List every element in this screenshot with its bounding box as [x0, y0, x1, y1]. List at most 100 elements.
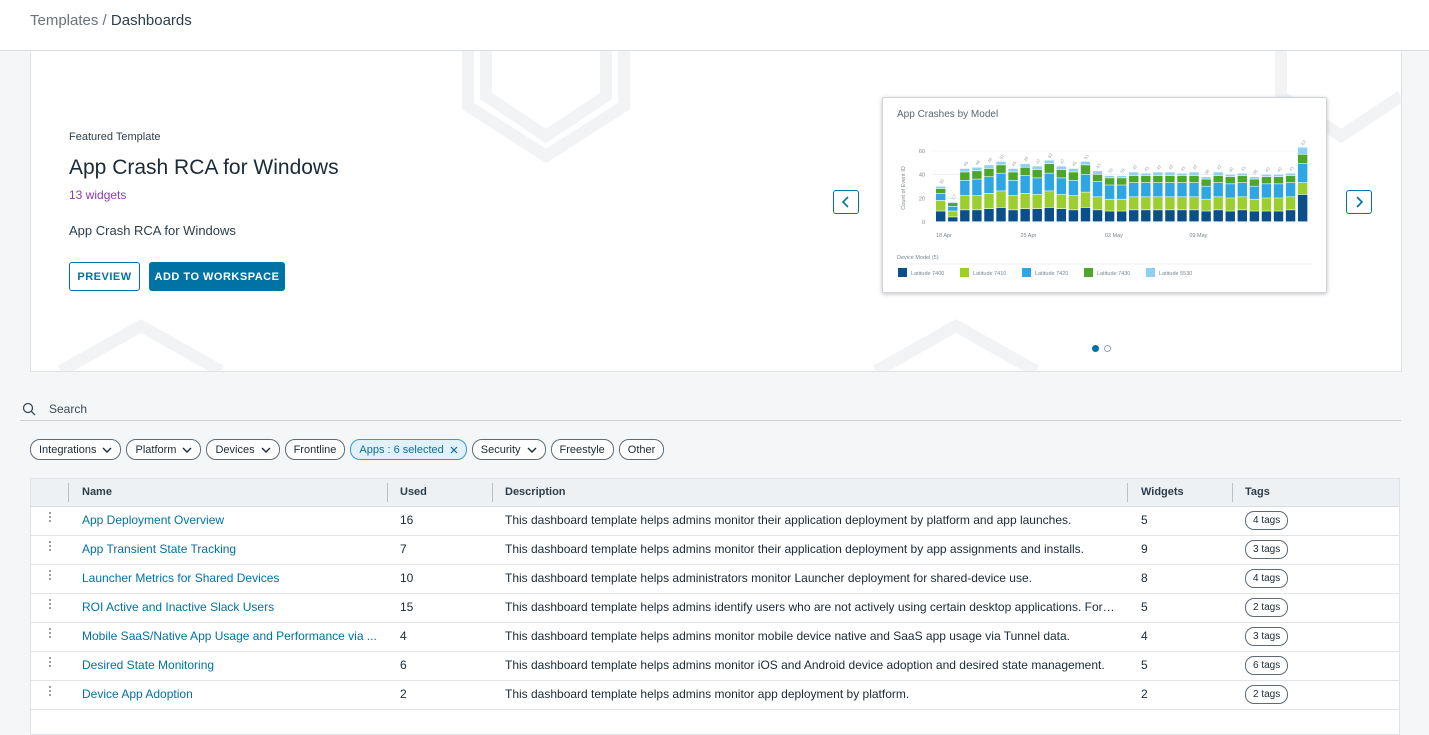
filter-bar: Integrations Platform Devices Frontline …: [30, 439, 665, 460]
chart-data-label: 46: [974, 159, 981, 166]
chart-bar-segment: [1008, 172, 1018, 180]
chart-bar-segment: [1189, 182, 1199, 197]
chart-data-label: 47: [1059, 158, 1066, 165]
column-header-name[interactable]: Name: [82, 486, 112, 498]
chart-bar-segment: [1201, 211, 1211, 222]
row-actions-icon[interactable]: [48, 686, 52, 698]
filter-platform[interactable]: Platform: [126, 439, 202, 460]
row-actions-icon[interactable]: [48, 570, 52, 582]
close-icon[interactable]: [450, 446, 458, 454]
column-resize-handle[interactable]: [387, 483, 388, 502]
search-input[interactable]: [49, 400, 1349, 418]
template-description: This dashboard template helps admins mon…: [505, 542, 1084, 556]
template-name-link[interactable]: Launcher Metrics for Shared Devices: [82, 571, 377, 585]
chart-bar-segment: [1020, 193, 1030, 209]
chart-bar-segment: [1056, 194, 1067, 209]
chart-data-label: 45: [1011, 160, 1018, 167]
table-header: Name Used Description Widgets Tags: [31, 479, 1399, 507]
filter-apps-selected[interactable]: Apps : 6 selected: [350, 439, 467, 460]
chart-bar-segment: [1068, 172, 1079, 180]
column-divider: [68, 483, 69, 502]
filter-label: Frontline: [293, 443, 337, 456]
breadcrumb-templates-link[interactable]: Templates: [30, 12, 98, 29]
chart-bar-segment: [1008, 210, 1018, 222]
filter-devices[interactable]: Devices: [206, 439, 280, 460]
template-name-link[interactable]: Desired State Monitoring: [82, 658, 377, 672]
chevron-left-icon: [841, 196, 849, 208]
tags-badge[interactable]: 2 tags: [1245, 685, 1289, 704]
chart-bar-segment: [936, 188, 946, 193]
chart-bar-segment: [1297, 164, 1308, 183]
column-header-used[interactable]: Used: [400, 486, 427, 498]
row-actions-icon[interactable]: [48, 541, 52, 553]
template-name-link[interactable]: ROI Active and Inactive Slack Users: [82, 600, 377, 614]
tags-badge[interactable]: 3 tags: [1245, 540, 1289, 559]
used-count: 6: [400, 658, 407, 672]
chart-y-tick-label: 60: [919, 149, 925, 155]
template-description: This dashboard template helps admins mon…: [505, 513, 1072, 527]
chart-bar-segment: [1153, 210, 1163, 222]
template-description: This dashboard template helps administra…: [505, 571, 1032, 585]
row-actions-icon[interactable]: [48, 657, 52, 669]
chart-bar-segment: [1020, 175, 1030, 193]
template-name-link[interactable]: App Transient State Tracking: [82, 542, 377, 556]
carousel-next-button[interactable]: [1346, 190, 1372, 214]
template-name-link[interactable]: Device App Adoption: [82, 687, 377, 701]
tags-badge[interactable]: 4 tags: [1245, 511, 1289, 530]
column-resize-handle[interactable]: [1127, 483, 1128, 502]
chart-bar-segment: [1032, 169, 1042, 178]
column-resize-handle[interactable]: [492, 483, 493, 502]
chart-bar-segment: [1285, 175, 1296, 183]
column-header-description[interactable]: Description: [505, 486, 566, 498]
row-actions-icon[interactable]: [48, 628, 52, 640]
filter-label: Devices: [215, 443, 255, 456]
tags-badge[interactable]: 3 tags: [1245, 627, 1289, 646]
chart-bar-segment: [972, 171, 982, 179]
filter-frontline[interactable]: Frontline: [284, 439, 346, 460]
chart-bar-segment: [1068, 210, 1079, 222]
chart-data-label: 30: [938, 178, 945, 185]
chart-bar-segment: [972, 179, 982, 196]
column-header-tags[interactable]: Tags: [1245, 486, 1270, 498]
chart-x-tick-label: 02 May: [1105, 233, 1123, 239]
row-actions-icon[interactable]: [48, 599, 52, 611]
template-name-link[interactable]: App Deployment Overview: [82, 513, 377, 527]
filter-security[interactable]: Security: [471, 439, 546, 460]
widget-count: 8: [1141, 571, 1148, 585]
column-header-widgets[interactable]: Widgets: [1141, 486, 1184, 498]
filter-freestyle[interactable]: Freestyle: [550, 439, 614, 460]
chart-bar-segment: [1068, 180, 1079, 196]
tags-badge[interactable]: 4 tags: [1245, 569, 1289, 588]
row-actions-icon[interactable]: [48, 512, 52, 524]
filter-other[interactable]: Other: [618, 439, 665, 460]
chart-bar-segment: [1261, 184, 1272, 198]
template-preview-thumbnail[interactable]: App Crashes by Model 0 20 40 60 Count of Eve…: [882, 97, 1327, 293]
table-row: App Deployment Overview 16 This dashboar…: [31, 506, 1399, 536]
chart-legend-label: Latitude 5530: [1159, 271, 1192, 277]
carousel-prev-button[interactable]: [833, 190, 859, 214]
chart-bar-segment: [1141, 175, 1151, 183]
carousel-dot-2[interactable]: [1104, 345, 1111, 352]
chart-data-label: 40: [1264, 166, 1271, 173]
chart-bar-segment: [936, 186, 946, 189]
column-resize-handle[interactable]: [1232, 483, 1233, 502]
used-count: 7: [400, 542, 407, 556]
preview-button[interactable]: PREVIEW: [69, 262, 140, 291]
tags-badge[interactable]: 6 tags: [1245, 656, 1289, 675]
filter-label: Platform: [135, 443, 177, 456]
chart-bar-segment: [1225, 174, 1235, 177]
filter-label: Integrations: [39, 443, 97, 456]
used-count: 15: [400, 600, 414, 614]
chart-bar-segment: [1044, 173, 1054, 191]
chart-bar-segment: [1165, 197, 1175, 210]
template-name-link[interactable]: Mobile SaaS/Native App Usage and Perform…: [82, 629, 377, 643]
tags-badge[interactable]: 2 tags: [1245, 598, 1289, 617]
carousel-dot-1[interactable]: [1092, 345, 1099, 352]
filter-integrations[interactable]: Integrations: [30, 439, 122, 460]
chart-legend-swatch: [1022, 268, 1031, 277]
chart-bar-segment: [1249, 199, 1260, 211]
add-to-workspace-button[interactable]: ADD TO WORKSPACE: [149, 262, 285, 291]
chart-bar-segment: [1008, 195, 1018, 210]
chart-bar-segment: [1080, 165, 1091, 175]
chart-data-label: 41: [1143, 165, 1150, 172]
